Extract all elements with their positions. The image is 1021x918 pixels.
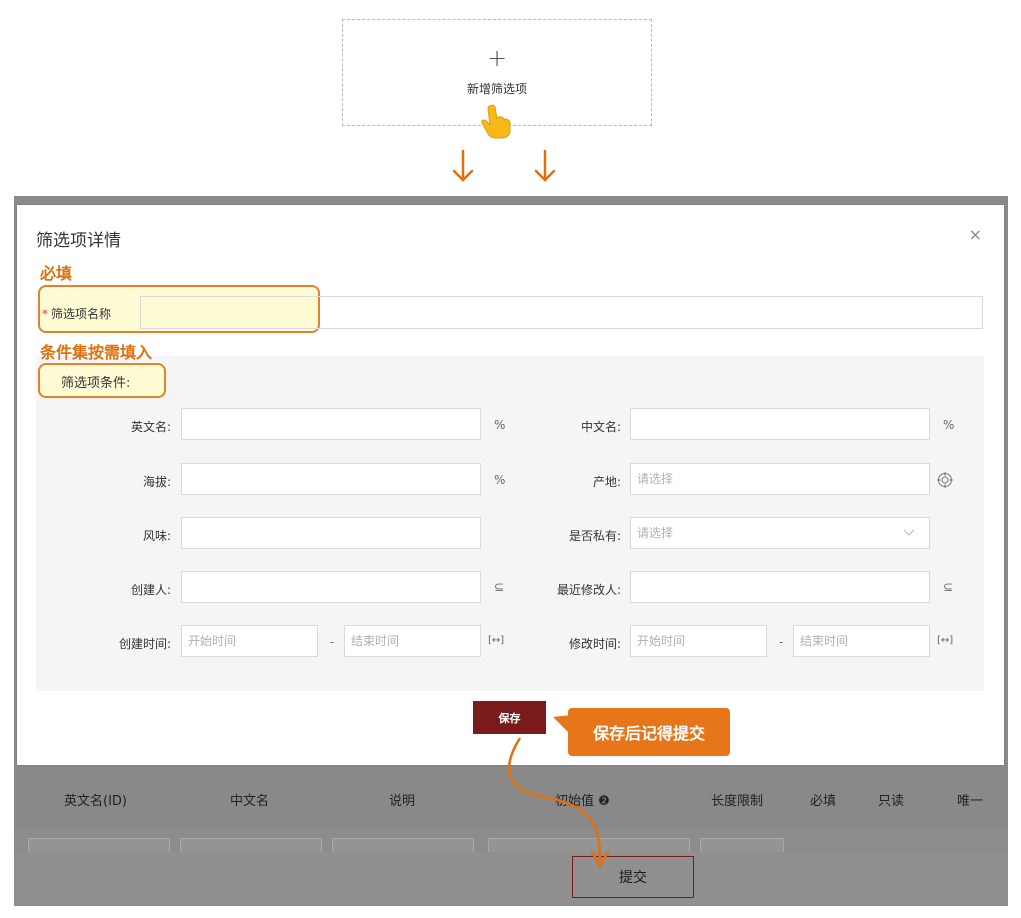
column-length-limit: 长度限制 <box>711 794 764 809</box>
column-chinese-name: 中文名 <box>230 794 270 809</box>
modified-time-start-input[interactable]: 开始时间 <box>630 625 767 657</box>
created-time-range-icon: [↔] <box>488 635 505 646</box>
save-then-submit-callout: 保存后记得提交 <box>568 708 730 756</box>
english-name-input[interactable] <box>181 408 481 440</box>
table-cell <box>332 838 474 852</box>
table-cell <box>488 838 690 852</box>
locate-icon[interactable] <box>937 472 953 488</box>
creator-label: 创建人: <box>130 583 171 597</box>
created-time-start-input[interactable]: 开始时间 <box>181 625 318 657</box>
close-icon[interactable]: × <box>969 227 982 243</box>
origin-label: 产地: <box>592 475 621 489</box>
table-cell <box>180 838 322 852</box>
filter-detail-dialog: 筛选项详情 × 必填 * 筛选项名称 条件集按需填入 筛选项条件: 英文名: % … <box>17 205 1004 765</box>
flavor-label: 风味: <box>142 529 171 543</box>
last-modifier-input[interactable] <box>630 571 930 603</box>
conditions-title: 筛选项条件: <box>61 376 131 391</box>
column-description: 说明 <box>389 794 416 809</box>
altitude-suffix: % <box>494 473 506 487</box>
creator-subset-icon: ⊆ <box>494 580 505 594</box>
is-private-select[interactable]: 请选择 <box>630 517 930 549</box>
creator-input[interactable] <box>181 571 481 603</box>
filter-name-label-text: 筛选项名称 <box>51 307 112 321</box>
column-unique: 唯一 <box>957 794 984 809</box>
modified-time-label: 修改时间: <box>568 637 621 651</box>
modified-time-range-icon: [↔] <box>937 635 954 646</box>
plus-icon: + <box>486 44 508 72</box>
modified-time-end-input[interactable]: 结束时间 <box>793 625 930 657</box>
created-time-end-input[interactable]: 结束时间 <box>344 625 481 657</box>
created-time-label: 创建时间: <box>118 637 171 651</box>
chevron-down-icon <box>903 529 915 536</box>
altitude-input[interactable] <box>181 463 481 495</box>
background-footer <box>14 852 1008 906</box>
english-name-suffix: % <box>494 418 506 432</box>
chinese-name-label: 中文名: <box>580 420 621 434</box>
column-required: 必填 <box>810 794 837 809</box>
modified-time-dash: - <box>779 635 784 649</box>
is-private-label: 是否私有: <box>568 529 621 543</box>
flavor-input[interactable] <box>181 517 481 549</box>
required-annotation: 必填 <box>40 264 73 283</box>
save-button[interactable]: 保存 <box>473 701 546 734</box>
add-filter-label: 新增筛选项 <box>466 82 527 96</box>
dialog-title: 筛选项详情 <box>36 231 121 251</box>
pointing-hand-icon <box>481 104 511 139</box>
column-english-id: 英文名(ID) <box>64 794 127 809</box>
required-star: * <box>42 307 48 321</box>
chinese-name-input[interactable] <box>630 408 930 440</box>
altitude-label: 海拔: <box>142 475 171 489</box>
origin-select[interactable]: 请选择 <box>630 463 930 495</box>
table-cell <box>700 838 784 852</box>
table-cell <box>28 838 170 852</box>
conditions-annotation: 条件集按需填入 <box>40 343 153 362</box>
down-arrow-icon <box>534 149 556 182</box>
filter-name-label: * 筛选项名称 <box>42 305 111 322</box>
table-row <box>14 828 1008 852</box>
english-name-label: 英文名: <box>130 420 171 434</box>
column-readonly: 只读 <box>878 794 905 809</box>
last-modifier-label: 最近修改人: <box>556 583 621 597</box>
last-modifier-subset-icon: ⊆ <box>943 580 954 594</box>
submit-button[interactable]: 提交 <box>572 856 694 898</box>
chinese-name-suffix: % <box>943 418 955 432</box>
table-header: 英文名(ID) 中文名 说明 初始值 ❷ 长度限制 必填 只读 唯一 <box>14 768 1008 828</box>
down-arrow-icon <box>452 149 474 182</box>
created-time-dash: - <box>330 635 335 649</box>
filter-name-input[interactable] <box>140 296 983 329</box>
column-initial-value: 初始值 ❷ <box>555 794 610 809</box>
